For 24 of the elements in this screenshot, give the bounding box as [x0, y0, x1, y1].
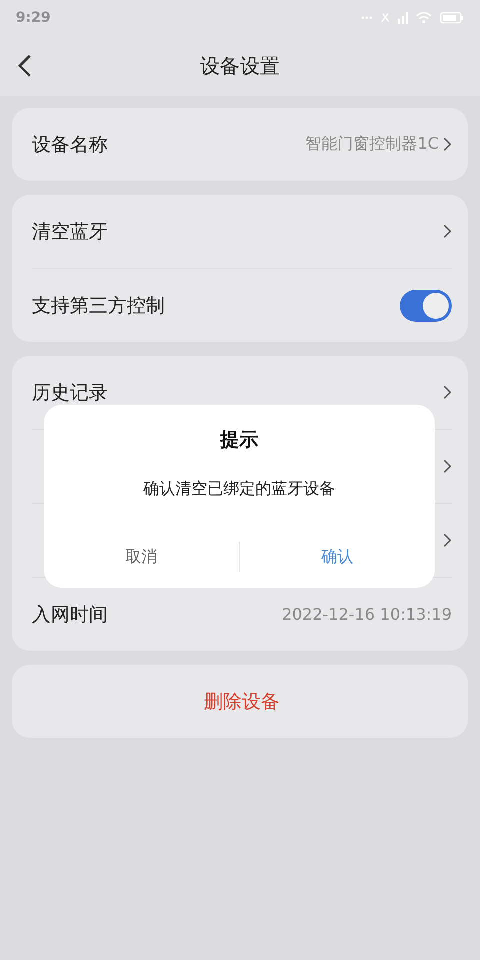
mute-icon	[381, 13, 390, 23]
row-label: 入网时间	[32, 602, 108, 628]
chevron-icon[interactable]	[443, 385, 452, 400]
row-value: 2022-12-16 10:13:19	[282, 605, 452, 624]
battery-icon	[440, 12, 464, 24]
toggle-switch[interactable]	[400, 290, 452, 322]
chevron-icon[interactable]	[443, 459, 452, 474]
delete-device-button[interactable]: 删除设备	[12, 665, 468, 738]
row-label: 设备名称	[32, 132, 108, 158]
signal-icon	[398, 12, 408, 24]
page-title: 设备设置	[200, 52, 280, 80]
row-label: 清空蓝牙	[32, 220, 108, 244]
wifi-icon	[416, 12, 432, 24]
status-time: 9:29	[16, 10, 51, 26]
dialog-message: 确认清空已绑定的蓝牙设备	[144, 479, 336, 500]
back-icon[interactable]	[18, 54, 32, 78]
chevron-icon[interactable]	[443, 224, 452, 239]
chevron-icon[interactable]	[443, 137, 452, 152]
chevron-icon[interactable]	[443, 533, 452, 548]
row-value: 智能门窗控制器1C	[306, 134, 439, 155]
confirm-button[interactable]: 确认	[239, 542, 435, 572]
row-label: 支持第三方控制	[32, 294, 165, 318]
dialog-title: 提示	[220, 428, 258, 453]
row-label: 历史记录	[32, 380, 108, 406]
